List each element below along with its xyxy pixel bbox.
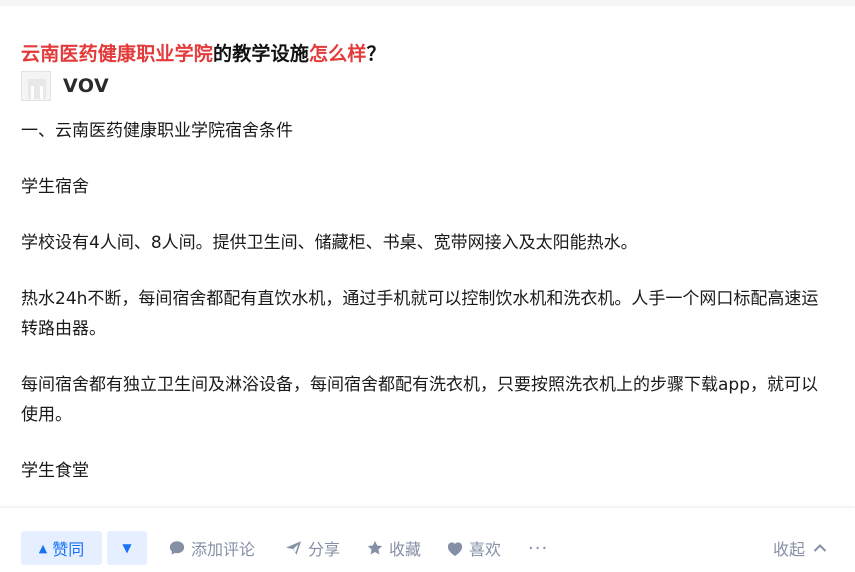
triangle-down-icon: ▼: [122, 541, 132, 555]
content-paragraph: 热水24h不断，每间宿舍都配有直饮水机，通过手机就可以控制饮水机和洗衣机。人手一…: [21, 289, 819, 339]
more-options-button[interactable]: ···: [528, 531, 548, 565]
star-icon: [367, 540, 383, 555]
vote-down-button[interactable]: ▼: [107, 531, 147, 565]
content-paragraph: 学校设有4人间、8人间。提供卫生间、储藏柜、书桌、宽带网接入及太阳能热水。: [21, 233, 638, 253]
avatar[interactable]: [21, 71, 51, 101]
add-comment-label: 添加评论: [191, 540, 256, 559]
question-title[interactable]: 云南医药健康职业学院的教学设施怎么样？: [21, 36, 386, 72]
vote-up-label: 赞同: [52, 540, 85, 559]
like-label: 喜欢: [469, 540, 502, 559]
answer-action-bar: ▲ 赞同 ▼ 添加评论 分享 收藏 喜欢 ··· 收起: [0, 508, 855, 572]
heart-icon: [447, 541, 463, 556]
author-info: VOV: [21, 70, 109, 102]
collapse-button[interactable]: 收起: [773, 531, 827, 565]
comment-bubble-icon: [169, 541, 185, 555]
favorite-button[interactable]: 收藏: [366, 531, 421, 565]
author-name[interactable]: VOV: [63, 75, 109, 97]
share-button[interactable]: 分享: [284, 531, 340, 565]
content-paragraph: 一、云南医药健康职业学院宿舍条件: [21, 121, 293, 141]
avatar-placeholder-icon: [22, 72, 50, 100]
title-text-facilities: 的教学设施: [213, 43, 310, 65]
like-button[interactable]: 喜欢: [446, 531, 501, 565]
ellipsis-icon: ···: [528, 537, 549, 559]
answer-card: 云南医药健康职业学院的教学设施怎么样？ VOV 一、云南医药健康职业学院宿舍条件…: [0, 6, 855, 572]
triangle-up-icon: ▲: [38, 541, 48, 555]
favorite-label: 收藏: [389, 540, 422, 559]
content-paragraph: 学生宿舍: [21, 177, 89, 197]
add-comment-button[interactable]: 添加评论: [168, 531, 255, 565]
vote-up-button[interactable]: ▲ 赞同: [21, 531, 102, 565]
title-highlight-how: 怎么样: [309, 43, 367, 65]
collapse-label: 收起: [773, 540, 806, 559]
title-highlight-school: 云南医药健康职业学院: [21, 43, 214, 65]
chevron-up-icon: [813, 544, 827, 552]
share-label: 分享: [308, 540, 341, 559]
title-question-mark: ？: [366, 43, 386, 65]
paper-plane-icon: [286, 541, 301, 555]
content-paragraph: 每间宿舍都有独立卫生间及淋浴设备，每间宿舍都配有洗衣机，只要按照洗衣机上的步骤下…: [21, 375, 818, 425]
answer-content: 一、云南医药健康职业学院宿舍条件 学生宿舍 学校设有4人间、8人间。提供卫生间、…: [21, 116, 833, 512]
